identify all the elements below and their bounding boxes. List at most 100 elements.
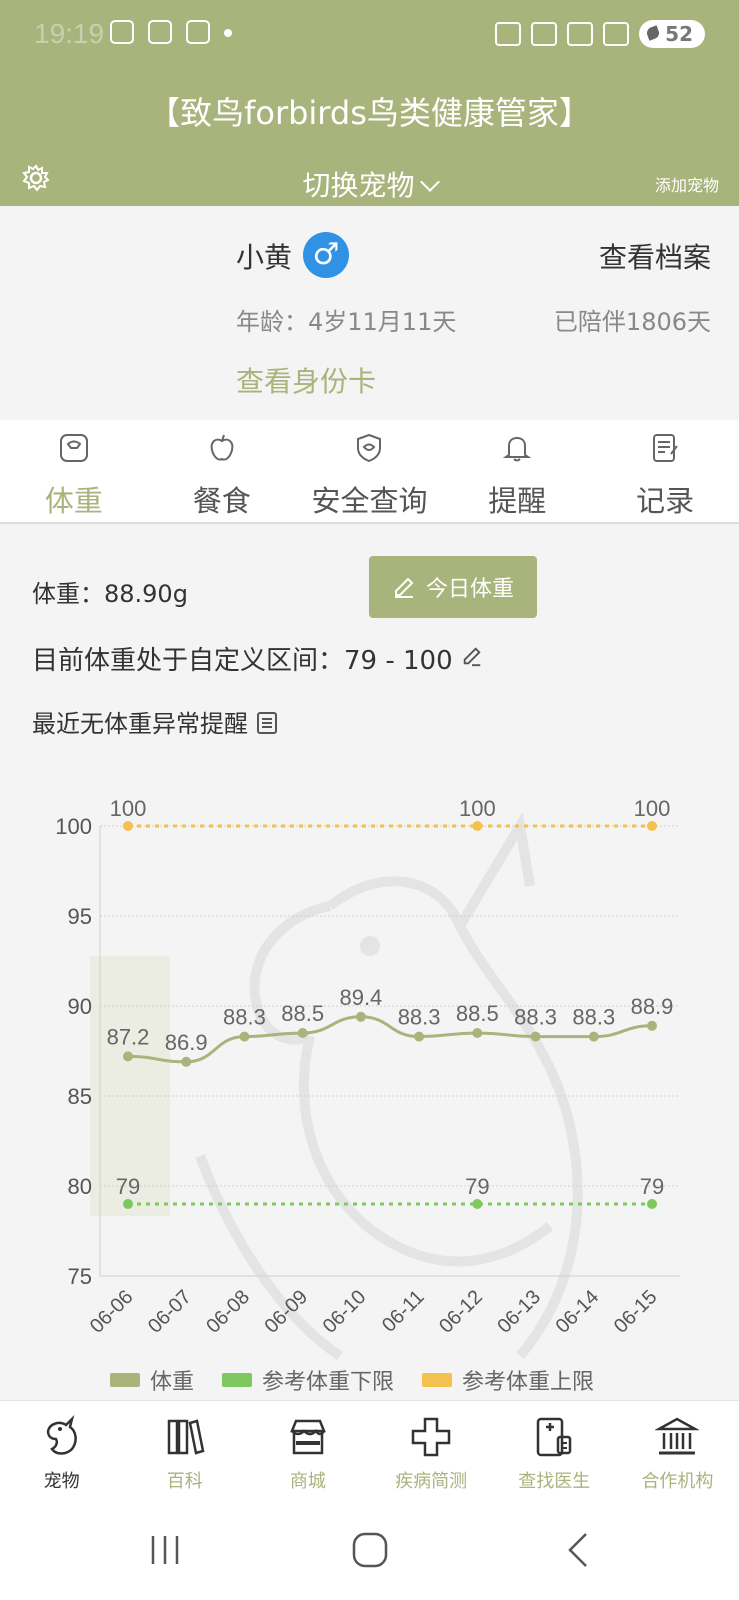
legend-lower-limit[interactable]: 参考体重下限 <box>222 1364 394 1396</box>
more-dot-icon <box>224 29 232 37</box>
data-point <box>647 1199 657 1209</box>
weight-panel: 体重：88.90g 今日体重 目前体重处于自定义区间：79 - 100 最近无体… <box>0 526 739 1400</box>
message-icon <box>186 20 210 44</box>
y-tick-label: 85 <box>68 1084 92 1109</box>
app-title: 【致鸟forbirds鸟类健康管家】 <box>148 94 591 132</box>
wechat-icon <box>148 20 172 44</box>
battery-indicator: 52 <box>639 20 705 48</box>
tab-safety-query[interactable]: 安全查询 <box>296 420 444 522</box>
tab-reminders[interactable]: 提醒 <box>443 420 591 522</box>
data-label: 88.5 <box>281 1001 324 1026</box>
data-point <box>647 1020 657 1031</box>
notepad-icon <box>653 434 678 462</box>
books-icon <box>167 1419 205 1455</box>
today-weight-button[interactable]: 今日体重 <box>369 556 537 618</box>
y-tick-label: 95 <box>68 904 92 929</box>
institution-icon <box>655 1417 700 1455</box>
pencil-icon <box>394 577 414 598</box>
tab-label: 记录 <box>636 484 695 518</box>
x-tick-label: 06-09 <box>260 1286 312 1338</box>
pet-name: 小黄 <box>236 241 293 274</box>
chevron-down-icon <box>419 172 440 192</box>
nav-label: 百科 <box>166 1471 203 1492</box>
data-point <box>472 821 483 831</box>
status-bar: 19:19 52 <box>0 0 739 70</box>
y-tick-label: 100 <box>55 814 92 839</box>
switch-pet-label: 切换宠物 <box>302 169 415 202</box>
data-point <box>123 1051 133 1062</box>
bell-icon <box>502 436 532 462</box>
nav-partners[interactable]: 合作机构 <box>616 1401 739 1500</box>
accompany-days: 已陪伴1806天 <box>553 308 711 336</box>
x-tick-label: 06-11 <box>378 1286 429 1337</box>
shield-leaf-icon <box>357 433 382 463</box>
nav-find-doctor[interactable]: 查找医生 <box>493 1401 616 1500</box>
data-point <box>588 1031 599 1042</box>
x-tick-label: 06-07 <box>144 1286 196 1338</box>
apple-icon <box>210 434 234 461</box>
key-icon <box>495 22 522 46</box>
legend-swatch <box>422 1373 453 1387</box>
pet-info-card: 小黄 ♂ 查看档案 年龄：4岁11月11天 已陪伴1806天 查看身份卡 <box>0 206 739 420</box>
alert-status-text: 最近无体重异常提醒 <box>32 710 248 738</box>
nav-label: 合作机构 <box>641 1471 714 1492</box>
view-id-card-link[interactable]: 查看身份卡 <box>236 360 376 400</box>
data-label: 87.2 <box>107 1024 150 1049</box>
add-pet-button[interactable]: 添加宠物 <box>655 172 719 196</box>
data-point <box>123 821 133 831</box>
data-label: 88.3 <box>514 1005 557 1030</box>
weight-range: 目前体重处于自定义区间：79 - 100 <box>32 640 483 677</box>
tab-label: 提醒 <box>488 484 547 518</box>
legend-swatch <box>110 1373 140 1387</box>
x-tick-label: 06-14 <box>552 1286 604 1338</box>
edit-range-icon[interactable] <box>461 645 483 667</box>
nav-label: 宠物 <box>43 1471 80 1492</box>
data-label: 100 <box>110 796 147 821</box>
mute-icon <box>531 22 558 46</box>
legend-weight[interactable]: 体重 <box>110 1364 194 1396</box>
data-point <box>472 1028 483 1038</box>
legend-upper-limit[interactable]: 参考体重上限 <box>422 1364 594 1396</box>
nav-label: 商城 <box>289 1471 326 1492</box>
feature-tabs: 体重 餐食 安全查询 提醒 记录 <box>0 420 739 524</box>
system-navigation-bar <box>0 1500 739 1600</box>
tab-records[interactable]: 记录 <box>591 420 739 522</box>
x-tick-label: 06-08 <box>202 1286 254 1338</box>
cross-icon <box>411 1417 451 1457</box>
switch-pet-dropdown[interactable]: 切换宠物 <box>0 164 739 204</box>
legend-label: 参考体重上限 <box>462 1370 595 1395</box>
tab-meals[interactable]: 餐食 <box>148 420 296 522</box>
tab-weight[interactable]: 体重 <box>0 420 148 522</box>
nav-pets[interactable]: 宠物 <box>0 1401 123 1500</box>
y-tick-label: 80 <box>68 1174 92 1199</box>
data-label: 88.5 <box>456 1001 499 1026</box>
x-tick-label: 06-12 <box>435 1286 487 1338</box>
data-label: 79 <box>465 1174 489 1199</box>
x-tick-label: 06-13 <box>493 1286 545 1338</box>
nav-encyclopedia[interactable]: 百科 <box>123 1401 246 1500</box>
weight-chart: 75 80 85 90 95 100 06-06 06-07 06-08 06-09 06-10 06… <box>0 786 739 1400</box>
view-profile-link[interactable]: 查看档案 <box>599 236 711 276</box>
nav-store[interactable]: 商城 <box>246 1401 369 1500</box>
y-tick-label: 75 <box>68 1264 92 1289</box>
recent-apps-icon[interactable] <box>145 1530 185 1570</box>
x-tick-label: 06-06 <box>86 1286 138 1338</box>
data-label: 88.9 <box>631 994 674 1019</box>
wifi-icon <box>567 22 594 46</box>
data-point <box>530 1031 541 1042</box>
document-icon[interactable] <box>256 711 278 735</box>
tab-label: 安全查询 <box>311 484 428 518</box>
back-icon[interactable] <box>560 1530 600 1570</box>
data-point <box>123 1199 133 1209</box>
status-time: 19:19 <box>34 18 105 49</box>
y-tick-label: 90 <box>68 994 92 1019</box>
legend-label: 体重 <box>150 1370 195 1395</box>
current-weight: 体重：88.90g <box>32 580 188 608</box>
data-point <box>239 1031 250 1042</box>
data-point <box>414 1031 425 1042</box>
nav-disease-check[interactable]: 疾病简测 <box>370 1401 493 1500</box>
weight-range-text: 目前体重处于自定义区间：79 - 100 <box>32 646 453 676</box>
notification-icons <box>110 20 232 44</box>
home-icon[interactable] <box>350 1530 390 1570</box>
signal-icon <box>603 22 630 46</box>
